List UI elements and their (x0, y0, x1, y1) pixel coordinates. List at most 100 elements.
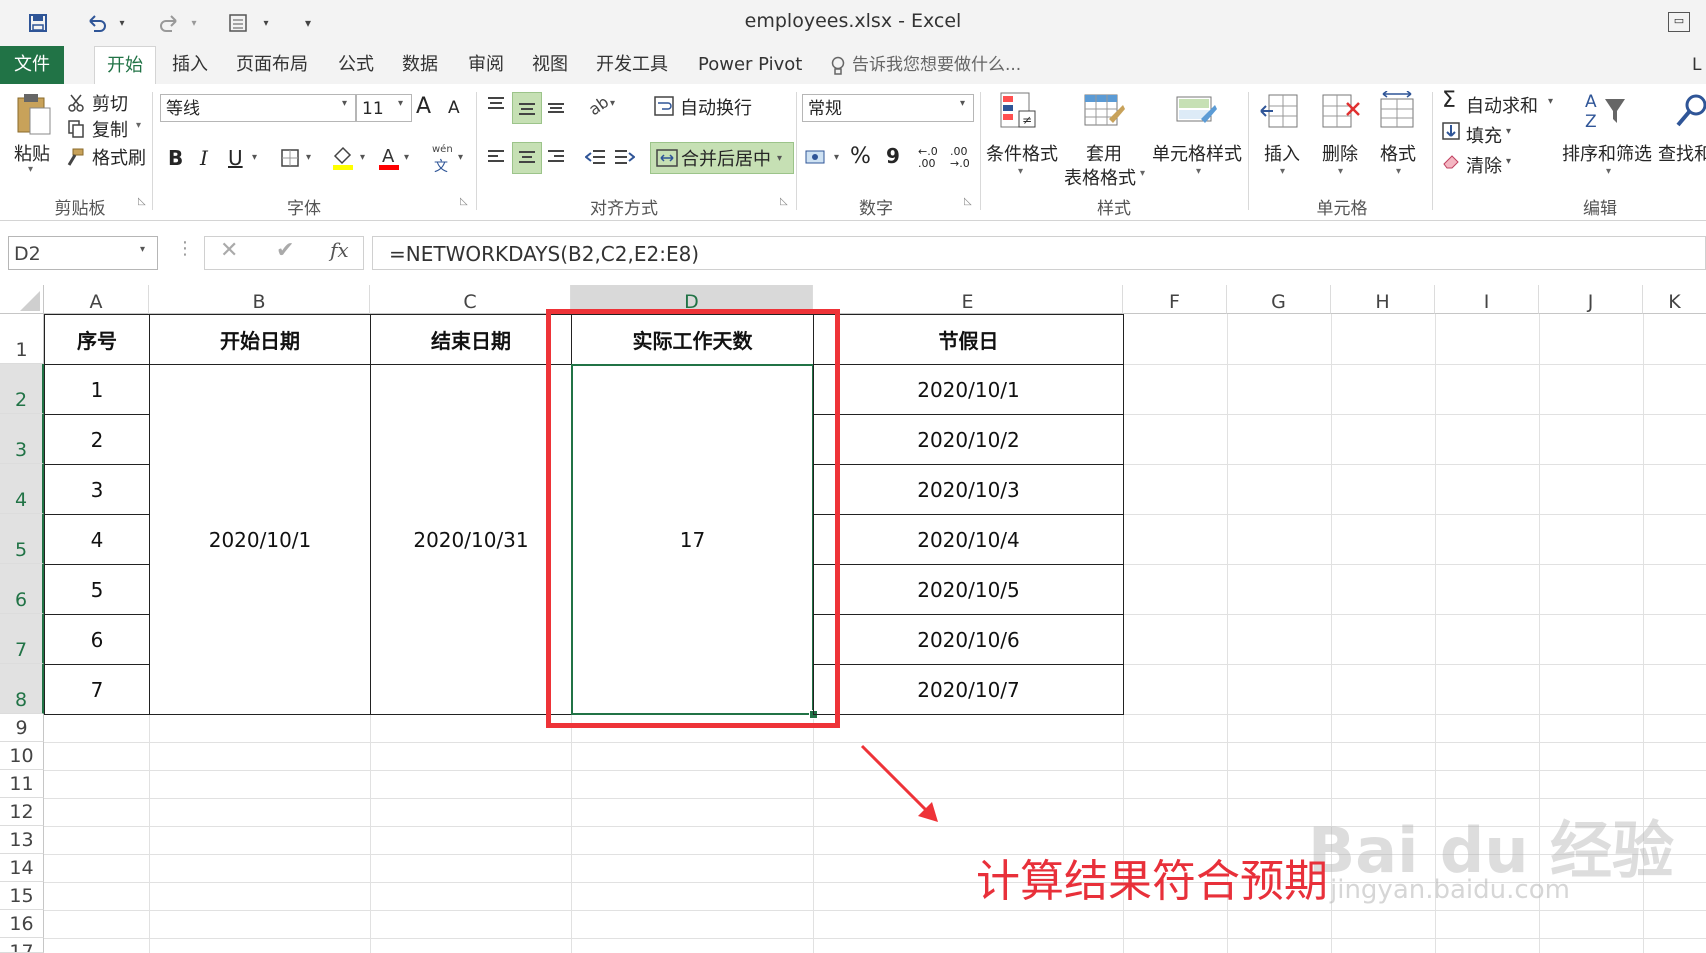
borders-icon[interactable] (278, 146, 302, 170)
tab-file[interactable]: 文件 (0, 46, 64, 84)
cancel-icon[interactable]: ✕ (220, 238, 238, 263)
column-header-f[interactable]: F (1123, 285, 1227, 314)
column-header-g[interactable]: G (1227, 285, 1331, 314)
row-header-1[interactable]: 1 (0, 314, 44, 364)
format-painter-button[interactable]: 格式刷 (92, 144, 146, 170)
holiday-cell[interactable]: 2020/10/3 (813, 464, 1124, 515)
fill-button[interactable]: 填充 (1466, 122, 1502, 148)
paste-icon[interactable] (10, 92, 56, 138)
phonetic-guide-top[interactable]: wén (432, 144, 453, 155)
row-header-4[interactable]: 4 (0, 464, 44, 514)
tab-insert[interactable]: 插入 (160, 46, 220, 84)
underline-button[interactable]: U (228, 146, 243, 170)
seq-cell[interactable]: 4 (44, 514, 150, 565)
tab-review[interactable]: 审阅 (456, 46, 516, 84)
column-header-h[interactable]: H (1331, 285, 1435, 314)
worksheet-grid[interactable]: A B C D E F G H I J K 1 2 3 4 5 6 7 8 9 … (0, 285, 1706, 953)
row-header-13[interactable]: 13 (0, 826, 44, 854)
paste-dropdown-icon[interactable]: ▾ (28, 164, 33, 175)
holiday-cell[interactable]: 2020/10/1 (813, 364, 1124, 415)
orientation-dropdown-icon[interactable]: ▾ (610, 98, 615, 109)
row-header-2[interactable]: 2 (0, 364, 44, 414)
holiday-cell[interactable]: 2020/10/5 (813, 564, 1124, 615)
end-date-cell[interactable]: 2020/10/31 (370, 364, 572, 715)
font-size-select[interactable]: 11 (356, 94, 412, 122)
clipboard-launcher-icon[interactable]: ◺ (138, 196, 146, 207)
seq-cell[interactable]: 1 (44, 364, 150, 415)
borders-dropdown-icon[interactable]: ▾ (306, 152, 311, 163)
format-as-table-dropdown-icon[interactable]: ▾ (1140, 168, 1145, 179)
clear-dropdown-icon[interactable]: ▾ (1506, 156, 1511, 167)
row-header-3[interactable]: 3 (0, 414, 44, 464)
column-header-a[interactable]: A (44, 285, 149, 314)
copy-button[interactable]: 复制 (92, 116, 128, 142)
find-select-button[interactable]: 查找和 (1658, 140, 1706, 166)
table-header-cell[interactable]: 开始日期 (149, 314, 371, 365)
conditional-formatting-button[interactable]: 条件格式 (986, 140, 1058, 166)
align-right-icon[interactable] (544, 144, 568, 170)
account-button[interactable]: L (1692, 46, 1701, 84)
format-dropdown-icon[interactable]: ▾ (1396, 166, 1401, 177)
italic-button[interactable]: I (200, 146, 208, 170)
align-middle-icon[interactable] (512, 92, 542, 124)
tab-data[interactable]: 数据 (390, 46, 450, 84)
sort-dropdown-icon[interactable]: ▾ (1606, 166, 1611, 177)
tab-power-pivot[interactable]: Power Pivot (686, 46, 814, 84)
table-header-cell[interactable]: 节假日 (813, 314, 1124, 365)
tab-home[interactable]: 开始 (94, 46, 156, 85)
seq-cell[interactable]: 3 (44, 464, 150, 515)
fill-color-dropdown-icon[interactable]: ▾ (360, 152, 365, 163)
format-cells-button[interactable]: 格式 (1380, 140, 1416, 166)
clear-button[interactable]: 清除 (1466, 152, 1502, 178)
decrease-decimal-button[interactable]: .00 →.0 (950, 146, 978, 170)
shrink-font-button[interactable]: A (448, 98, 460, 118)
row-header-14[interactable]: 14 (0, 854, 44, 882)
font-color-dropdown-icon[interactable]: ▾ (404, 152, 409, 163)
bold-button[interactable]: B (168, 146, 183, 170)
grow-font-button[interactable]: A (416, 94, 431, 119)
cut-button[interactable]: 剪切 (92, 90, 128, 116)
font-size-dropdown-icon[interactable]: ▾ (398, 98, 403, 109)
name-box[interactable]: D2 (8, 236, 158, 270)
phonetic-dropdown-icon[interactable]: ▾ (458, 152, 463, 163)
accounting-dropdown-icon[interactable]: ▾ (834, 152, 839, 163)
align-top-icon[interactable] (484, 92, 508, 118)
column-header-c[interactable]: C (370, 285, 571, 314)
start-date-cell[interactable]: 2020/10/1 (149, 364, 371, 715)
comma-button[interactable]: 9 (886, 144, 900, 168)
copy-dropdown-icon[interactable]: ▾ (136, 120, 141, 131)
select-all-corner[interactable] (0, 285, 44, 314)
insert-dropdown-icon[interactable]: ▾ (1280, 166, 1285, 177)
align-center-icon[interactable] (512, 142, 542, 174)
merge-dropdown-icon[interactable]: ▾ (777, 153, 782, 164)
autosum-dropdown-icon[interactable]: ▾ (1548, 96, 1553, 107)
tab-page-layout[interactable]: 页面布局 (224, 46, 320, 84)
row-header-9[interactable]: 9 (0, 714, 44, 742)
seq-cell[interactable]: 5 (44, 564, 150, 615)
percent-button[interactable]: % (850, 144, 871, 169)
merge-center-button[interactable]: 合并后居中 ▾ (650, 142, 794, 174)
table-header-cell[interactable]: 结束日期 (370, 314, 572, 365)
format-as-table-line1[interactable]: 套用 (1086, 140, 1122, 166)
seq-cell[interactable]: 6 (44, 614, 150, 665)
enter-icon[interactable]: ✔ (276, 238, 294, 263)
column-header-j[interactable]: J (1539, 285, 1643, 314)
font-color-icon[interactable]: A (376, 144, 402, 170)
wrap-text-button[interactable]: 自动换行 (680, 94, 752, 120)
insert-function-button[interactable]: fx (330, 238, 349, 262)
delete-cells-button[interactable]: 删除 (1322, 140, 1358, 166)
fill-dropdown-icon[interactable]: ▾ (1506, 126, 1511, 137)
tab-formulas[interactable]: 公式 (326, 46, 386, 84)
paste-button[interactable]: 粘贴 (14, 140, 50, 166)
column-header-k[interactable]: K (1643, 285, 1706, 314)
number-format-dropdown-icon[interactable]: ▾ (960, 98, 965, 109)
row-header-7[interactable]: 7 (0, 614, 44, 664)
holiday-cell[interactable]: 2020/10/2 (813, 414, 1124, 465)
orientation-icon[interactable]: ab (584, 92, 610, 118)
number-format-select[interactable]: 常规 (802, 94, 974, 122)
formula-input[interactable]: =NETWORKDAYS(B2,C2,E2:E8) (372, 236, 1706, 270)
accounting-format-icon[interactable] (802, 144, 830, 170)
row-header-12[interactable]: 12 (0, 798, 44, 826)
name-box-dropdown-icon[interactable]: ▾ (140, 244, 145, 255)
decrease-indent-icon[interactable] (584, 144, 608, 170)
